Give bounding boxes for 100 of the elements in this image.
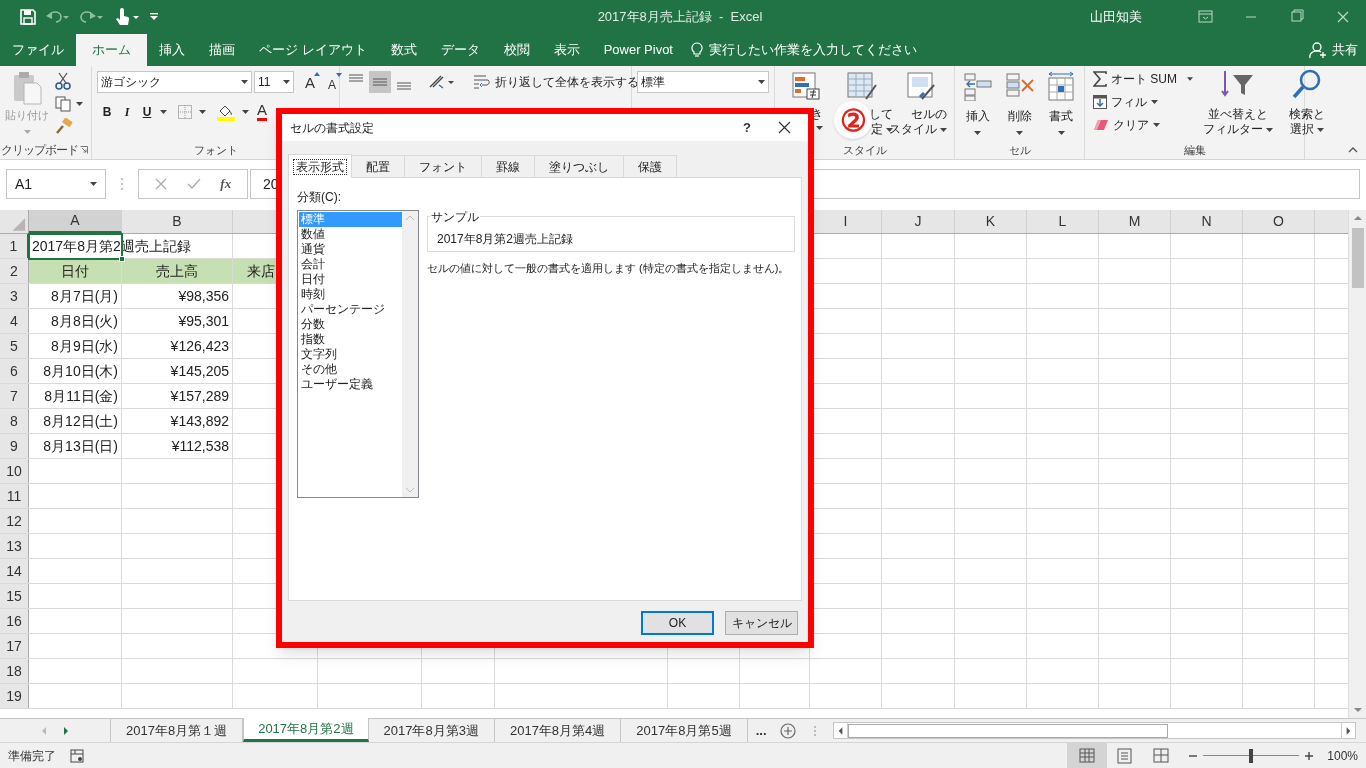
shrink-font-button[interactable]: A	[322, 72, 342, 92]
number-format-dropdown[interactable]: 標準	[637, 71, 769, 93]
redo-icon[interactable]	[80, 10, 104, 24]
name-box[interactable]: A1	[6, 169, 106, 199]
ribbon-tab[interactable]: Power Pivot	[591, 34, 685, 66]
sort-filter-button[interactable]: 並べ替えと フィルター	[1203, 69, 1273, 137]
drag-handle-icon[interactable]	[120, 177, 124, 191]
macro-record-icon[interactable]	[70, 748, 84, 763]
conditional-bars-icon[interactable]	[791, 71, 823, 101]
underline-button[interactable]: U	[140, 102, 154, 121]
share-button[interactable]: 共有	[1332, 40, 1358, 60]
column-header[interactable]: J	[882, 210, 955, 233]
row-header[interactable]: 10	[0, 459, 29, 483]
category-item[interactable]: 会計	[299, 257, 402, 272]
row-header[interactable]: 1	[0, 234, 29, 258]
row-header[interactable]: 11	[0, 484, 29, 508]
dialog-tab[interactable]: 罫線	[482, 155, 535, 177]
collapse-ribbon-icon[interactable]	[1348, 147, 1358, 153]
ribbon-tab[interactable]: データ	[428, 34, 492, 66]
row-header[interactable]: 13	[0, 534, 29, 558]
row-header[interactable]: 2	[0, 259, 29, 283]
ribbon-tab[interactable]: 校閲	[491, 34, 542, 66]
cancel-button[interactable]: キャンセル	[725, 611, 798, 635]
row-header[interactable]: 17	[0, 634, 29, 658]
column-header[interactable]: B	[122, 210, 233, 233]
wrap-text-button[interactable]: 折り返して全体を表示する	[473, 73, 639, 91]
ribbon-tab[interactable]: ファイル	[0, 34, 76, 66]
row-header[interactable]: 15	[0, 584, 29, 608]
enter-check-icon[interactable]	[186, 178, 201, 190]
italic-button[interactable]: I	[120, 102, 134, 121]
find-select-button[interactable]: 検索と 選択	[1283, 69, 1331, 137]
ribbon-tab[interactable]: ホーム	[76, 34, 147, 66]
column-header[interactable]: M	[1099, 210, 1171, 233]
category-list[interactable]: 標準 数値 通貨 会計 日付 時刻 パーセンテージ 分数 指数 文字列 その他 ユーザー定義	[297, 210, 419, 498]
table-grid-icon[interactable]	[846, 71, 878, 101]
row-header[interactable]: 16	[0, 609, 29, 633]
row-header[interactable]: 8	[0, 409, 29, 433]
row-header[interactable]: 3	[0, 284, 29, 308]
format-button[interactable]: 書式	[1044, 71, 1078, 135]
dialog-tab[interactable]: 保護	[624, 155, 677, 177]
dialog-tab[interactable]: フォント	[405, 155, 482, 177]
undo-icon[interactable]	[46, 10, 70, 24]
customize-icon[interactable]	[150, 13, 158, 21]
cut-icon[interactable]	[55, 72, 71, 90]
touch-mode-icon[interactable]	[114, 8, 140, 26]
column-header[interactable]: A	[29, 210, 122, 233]
column-header[interactable]: N	[1171, 210, 1243, 233]
align-icon[interactable]	[369, 71, 391, 93]
row-header[interactable]: 12	[0, 509, 29, 533]
column-header[interactable]: O	[1243, 210, 1315, 233]
category-item[interactable]: 指数	[299, 332, 402, 347]
scroll-left-icon[interactable]	[41, 726, 47, 735]
zoom-in-icon[interactable]	[1305, 751, 1314, 760]
category-item[interactable]: 数値	[299, 227, 402, 242]
zoom-level-text[interactable]: 100%	[1327, 746, 1358, 765]
scroll-right-icon[interactable]	[63, 726, 69, 735]
category-item[interactable]: 時刻	[299, 287, 402, 302]
row-header[interactable]: 14	[0, 559, 29, 583]
insert-function-button[interactable]: fx	[220, 174, 232, 194]
font-color-button[interactable]: A	[257, 102, 267, 121]
category-item[interactable]: 分数	[299, 317, 402, 332]
row-header[interactable]: 6	[0, 359, 29, 383]
dialog-tab[interactable]: 配置	[352, 155, 405, 177]
list-scrollbar[interactable]	[402, 211, 418, 497]
ok-button[interactable]: OK	[641, 611, 714, 635]
ribbon-tab[interactable]: 表示	[541, 34, 592, 66]
row-header[interactable]: 18	[0, 659, 29, 683]
column-header[interactable]: L	[1027, 210, 1099, 233]
ribbon-tab[interactable]: 数式	[378, 34, 429, 66]
sheet-tab[interactable]: 2017年8月第2週	[243, 718, 369, 742]
borders-icon[interactable]	[177, 103, 193, 120]
bold-button[interactable]: B	[100, 102, 114, 121]
category-item[interactable]: 文字列	[299, 347, 402, 362]
normal-view-icon[interactable]	[1067, 742, 1108, 768]
ribbon-tab[interactable]: 挿入	[147, 34, 197, 66]
zoom-slider[interactable]	[1203, 748, 1300, 763]
category-item[interactable]: パーセンテージ	[299, 302, 402, 317]
row-header[interactable]: 19	[0, 684, 29, 708]
autosum-button[interactable]: オート SUM	[1093, 69, 1193, 89]
category-item[interactable]: 日付	[299, 272, 402, 287]
vertical-scrollbar[interactable]	[1348, 210, 1366, 718]
orientation-icon[interactable]	[427, 73, 457, 91]
scrollbar-thumb[interactable]	[1351, 228, 1364, 288]
ribbon-tab[interactable]: ページ レイアウト	[247, 34, 379, 66]
tell-me-field[interactable]: 実行したい作業を入力してください	[709, 40, 917, 60]
copy-icon[interactable]	[55, 96, 71, 112]
row-header[interactable]: 7	[0, 384, 29, 408]
save-icon[interactable]	[20, 9, 36, 25]
format-painter-icon[interactable]	[55, 118, 73, 134]
category-item[interactable]: 通貨	[299, 242, 402, 257]
insert-button[interactable]: 挿入	[961, 71, 995, 135]
dialog-launcher-icon[interactable]	[80, 146, 88, 154]
cell-style-icon[interactable]	[906, 71, 938, 101]
fill-button[interactable]: フィル	[1093, 92, 1193, 112]
row-header[interactable]: 4	[0, 309, 29, 333]
more-sheets-button[interactable]: ...	[747, 719, 775, 742]
font-name-dropdown[interactable]: 游ゴシック	[97, 71, 252, 93]
dialog-tab[interactable]: 表示形式	[288, 154, 352, 178]
category-item[interactable]: ユーザー定義	[299, 377, 402, 392]
row-header[interactable]: 5	[0, 334, 29, 358]
